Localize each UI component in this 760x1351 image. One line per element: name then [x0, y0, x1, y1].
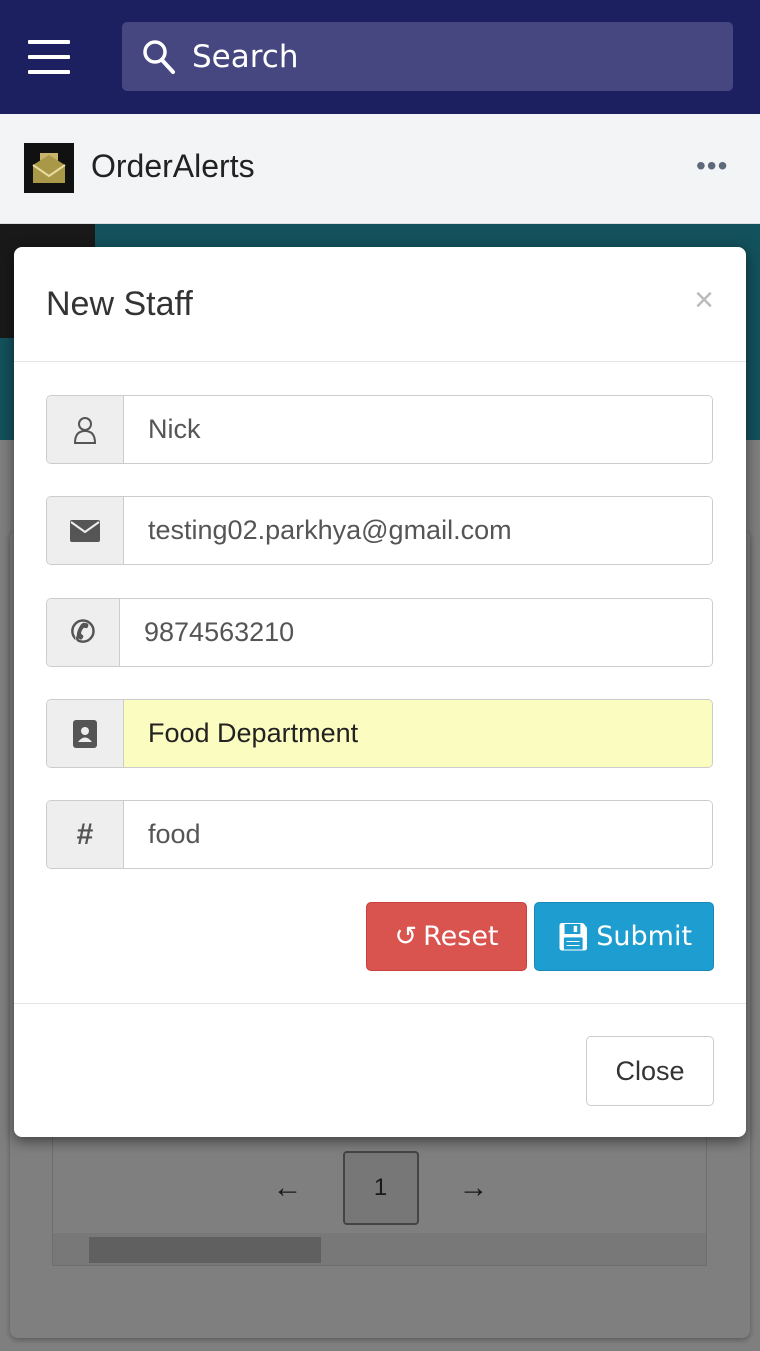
app-title: OrderAlerts [91, 148, 255, 184]
modal-footer-divider [14, 1003, 746, 1004]
close-button[interactable]: Close [586, 1036, 714, 1106]
modal-title: New Staff [46, 285, 193, 323]
name-input[interactable] [124, 396, 712, 463]
phone-input[interactable] [120, 599, 712, 666]
name-field [46, 395, 713, 464]
undo-icon: ↺ [394, 921, 418, 952]
top-bar: Search [0, 0, 760, 114]
search-placeholder: Search [192, 38, 299, 75]
save-icon: 💾︎ [555, 921, 591, 953]
user-icon [47, 396, 124, 463]
department-field [46, 699, 713, 768]
search-box[interactable]: Search [122, 22, 733, 91]
email-input[interactable] [124, 497, 712, 564]
address-book-icon [47, 700, 124, 767]
department-input[interactable] [124, 700, 712, 767]
more-options-icon[interactable]: ••• [696, 150, 728, 182]
phone-icon: ✆ [47, 599, 120, 666]
reset-button[interactable]: ↺ Reset [366, 902, 527, 971]
code-input[interactable] [124, 801, 712, 868]
phone-field: ✆ [46, 598, 713, 667]
hash-icon: # [47, 801, 124, 868]
close-icon[interactable]: × [694, 281, 714, 320]
code-field: # [46, 800, 713, 869]
submit-button[interactable]: 💾︎ Submit [534, 902, 714, 971]
envelope-icon [47, 497, 124, 564]
hamburger-menu-icon[interactable] [28, 40, 70, 74]
new-staff-modal: New Staff × ✆ # ↺ Reset 💾︎ Submit Close [14, 247, 746, 1137]
search-icon [143, 39, 175, 74]
email-field [46, 496, 713, 565]
app-logo [24, 143, 74, 193]
